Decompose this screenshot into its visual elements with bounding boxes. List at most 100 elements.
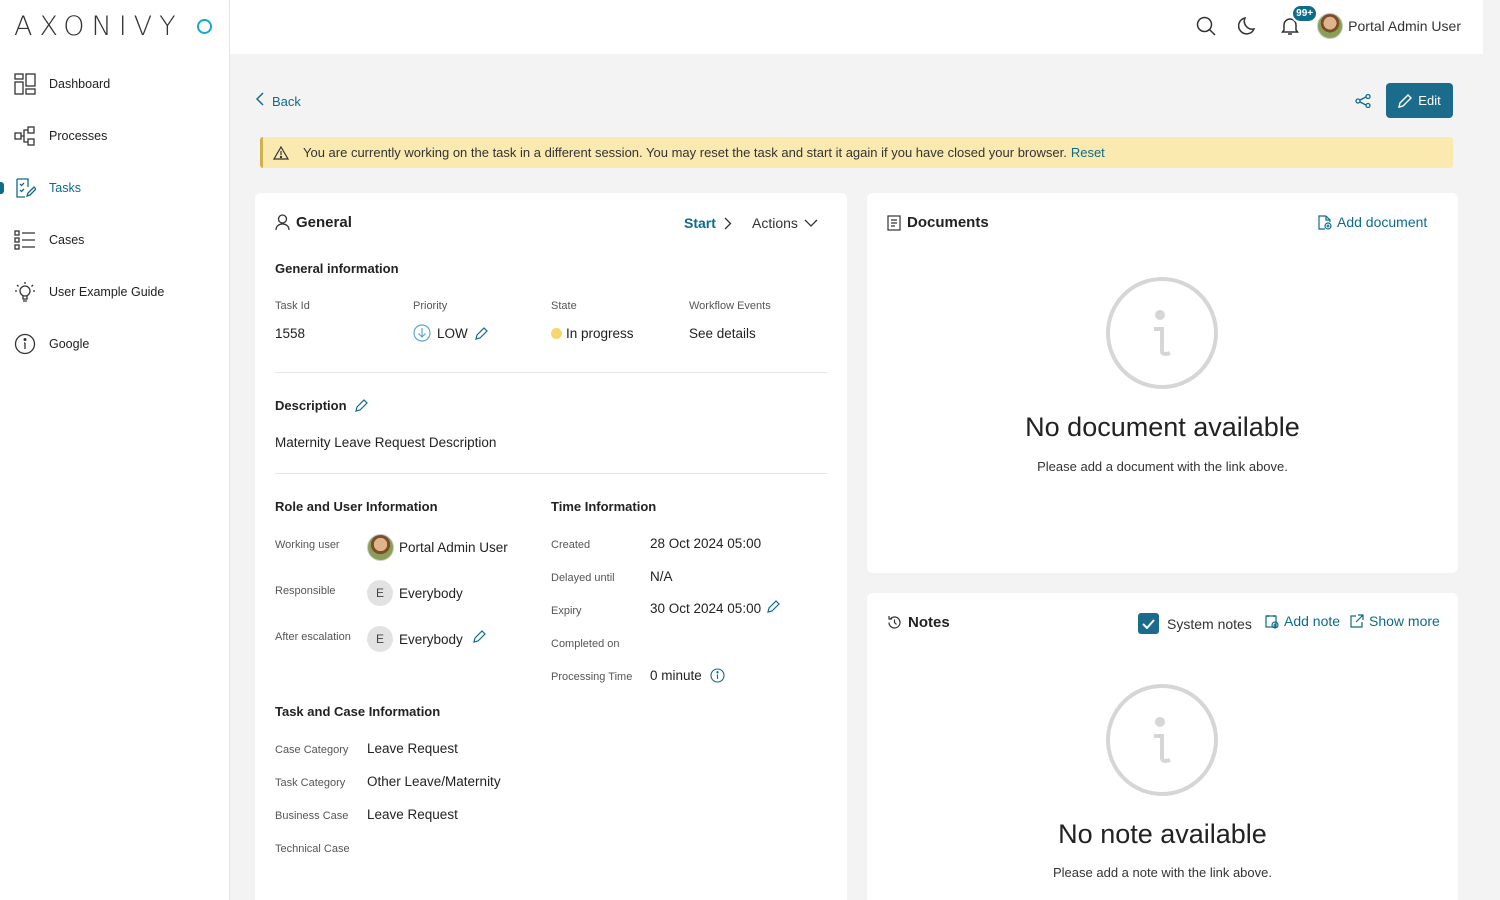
search-icon[interactable] bbox=[1191, 11, 1221, 41]
sidebar: AXONIVY Dashboard Processes Tasks Cases bbox=[0, 0, 230, 900]
reset-link[interactable]: Reset bbox=[1071, 145, 1105, 160]
expiry-label: Expiry bbox=[551, 605, 582, 617]
sidebar-item-label: User Example Guide bbox=[49, 285, 165, 299]
technical-case-label: Technical Case bbox=[275, 843, 350, 855]
delayed-value: N/A bbox=[650, 569, 673, 584]
sidebar-item-processes[interactable]: Processes bbox=[0, 110, 230, 162]
avatar bbox=[367, 534, 394, 561]
avatar-initial: E bbox=[367, 580, 393, 606]
case-category-value: Leave Request bbox=[367, 741, 458, 756]
priority-label: Priority bbox=[413, 300, 448, 312]
edit-button[interactable]: Edit bbox=[1386, 83, 1453, 118]
sidebar-item-label: Dashboard bbox=[49, 77, 111, 91]
documents-title: Documents bbox=[887, 214, 989, 231]
lightbulb-icon bbox=[14, 281, 36, 303]
avatar-initial: E bbox=[367, 626, 393, 652]
sidebar-item-cases[interactable]: Cases bbox=[0, 214, 230, 266]
info-icon bbox=[14, 333, 36, 355]
logo-text: AXONIVY bbox=[14, 10, 183, 42]
axonivy-logo[interactable]: AXONIVY bbox=[14, 10, 183, 42]
notes-card: Notes System notes Add note Show more No… bbox=[867, 593, 1458, 900]
task-id-label: Task Id bbox=[275, 300, 310, 312]
actions-dropdown[interactable]: Actions bbox=[752, 215, 818, 231]
avatar bbox=[1317, 13, 1344, 39]
business-case-link[interactable]: Leave Request bbox=[367, 807, 458, 822]
task-id-value: 1558 bbox=[275, 326, 306, 341]
info-circle-icon bbox=[1106, 684, 1218, 796]
documents-card: Documents Add document No document avail… bbox=[867, 193, 1458, 573]
sidebar-nav: Dashboard Processes Tasks Cases User Exa… bbox=[0, 58, 230, 370]
back-button[interactable]: Back bbox=[255, 92, 301, 111]
after-escalation-label: After escalation bbox=[275, 631, 351, 643]
share-icon[interactable] bbox=[1352, 90, 1374, 112]
pencil-icon[interactable] bbox=[767, 599, 780, 613]
pencil-icon[interactable] bbox=[472, 629, 486, 643]
add-file-icon bbox=[1318, 214, 1332, 230]
case-category-label: Case Category bbox=[275, 744, 349, 756]
responsible-label: Responsible bbox=[275, 585, 336, 597]
general-info-heading: General information bbox=[275, 261, 399, 276]
show-more-button[interactable]: Show more bbox=[1350, 613, 1440, 629]
notes-title: Notes bbox=[887, 614, 950, 631]
general-card: General Start Actions General informatio… bbox=[255, 193, 847, 900]
dark-mode-icon[interactable] bbox=[1233, 11, 1263, 41]
task-category-value: Other Leave/Maternity bbox=[367, 774, 501, 789]
user-icon bbox=[275, 214, 290, 231]
chevron-down-icon bbox=[804, 219, 818, 227]
add-note-icon bbox=[1265, 614, 1279, 629]
general-title: General bbox=[275, 214, 352, 231]
pencil-icon[interactable] bbox=[474, 326, 488, 340]
warning-icon bbox=[273, 145, 289, 160]
processes-icon bbox=[14, 125, 36, 147]
sidebar-item-tasks[interactable]: Tasks bbox=[0, 162, 230, 214]
add-note-button[interactable]: Add note bbox=[1265, 613, 1340, 629]
working-user-label: Working user bbox=[275, 539, 340, 551]
user-menu[interactable]: Portal Admin User bbox=[1317, 11, 1461, 41]
description-heading: Description bbox=[275, 398, 368, 413]
no-document-subtitle: Please add a document with the link abov… bbox=[1037, 459, 1288, 474]
chevron-left-icon bbox=[255, 92, 265, 111]
info-circle-icon bbox=[1106, 277, 1218, 389]
pencil-icon bbox=[1398, 93, 1413, 108]
sidebar-item-label: Tasks bbox=[49, 181, 81, 195]
completed-label: Completed on bbox=[551, 638, 620, 650]
pencil-icon[interactable] bbox=[354, 399, 368, 412]
edit-label: Edit bbox=[1418, 93, 1441, 108]
sidebar-item-dashboard[interactable]: Dashboard bbox=[0, 58, 230, 110]
after-escalation-value: E Everybody bbox=[367, 626, 486, 652]
chevron-right-icon bbox=[724, 217, 732, 229]
workflow-events-label: Workflow Events bbox=[689, 300, 771, 312]
sidebar-item-label: Google bbox=[49, 337, 90, 351]
system-notes-checkbox[interactable]: System notes bbox=[1138, 613, 1252, 634]
external-link-icon bbox=[1350, 614, 1364, 628]
sidebar-item-label: Processes bbox=[49, 129, 108, 143]
sidebar-item-user-example-guide[interactable]: User Example Guide bbox=[0, 266, 230, 318]
sidebar-item-google[interactable]: Google bbox=[0, 318, 230, 370]
topbar: 99+ Portal Admin User bbox=[230, 0, 1483, 54]
tasks-icon bbox=[14, 177, 36, 199]
priority-value: LOW bbox=[413, 324, 488, 342]
document-icon bbox=[887, 214, 901, 231]
notification-bell-icon[interactable]: 99+ bbox=[1275, 4, 1319, 41]
expiry-value: 30 Oct 2024 05:00 bbox=[650, 599, 780, 616]
history-icon bbox=[888, 616, 901, 629]
menu-toggle-icon[interactable] bbox=[197, 19, 212, 34]
delayed-label: Delayed until bbox=[551, 572, 615, 584]
divider bbox=[275, 473, 827, 474]
start-button[interactable]: Start bbox=[684, 215, 732, 231]
processing-value: 0 minute bbox=[650, 668, 725, 683]
checkbox-checked-icon bbox=[1138, 613, 1159, 634]
no-note-subtitle: Please add a note with the link above. bbox=[1053, 865, 1272, 880]
sidebar-item-label: Cases bbox=[49, 233, 85, 247]
state-label: State bbox=[551, 300, 577, 312]
working-user-value: Portal Admin User bbox=[367, 534, 508, 561]
state-dot-icon bbox=[551, 328, 562, 339]
notification-badge: 99+ bbox=[1291, 4, 1319, 23]
see-details-link[interactable]: See details bbox=[689, 326, 756, 341]
cases-icon bbox=[14, 229, 36, 251]
add-document-button[interactable]: Add document bbox=[1318, 214, 1427, 230]
state-value: In progress bbox=[551, 326, 634, 341]
dashboard-icon bbox=[14, 73, 36, 95]
description-value: Maternity Leave Request Description bbox=[275, 435, 497, 450]
info-icon[interactable] bbox=[710, 668, 725, 683]
